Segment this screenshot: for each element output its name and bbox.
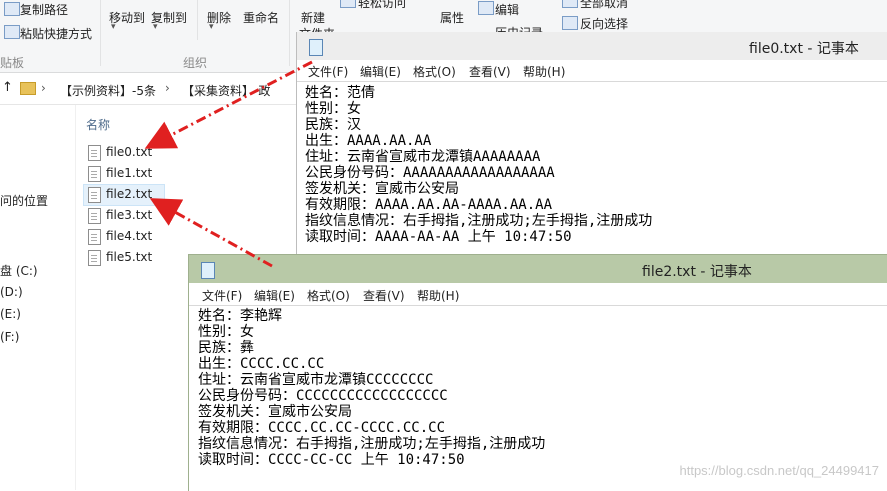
arrow-file0	[144, 60, 313, 149]
watermark: https://blog.csdn.net/qq_24499417	[679, 463, 880, 478]
arrow-file2	[149, 198, 273, 268]
annotation-arrows	[144, 60, 313, 268]
